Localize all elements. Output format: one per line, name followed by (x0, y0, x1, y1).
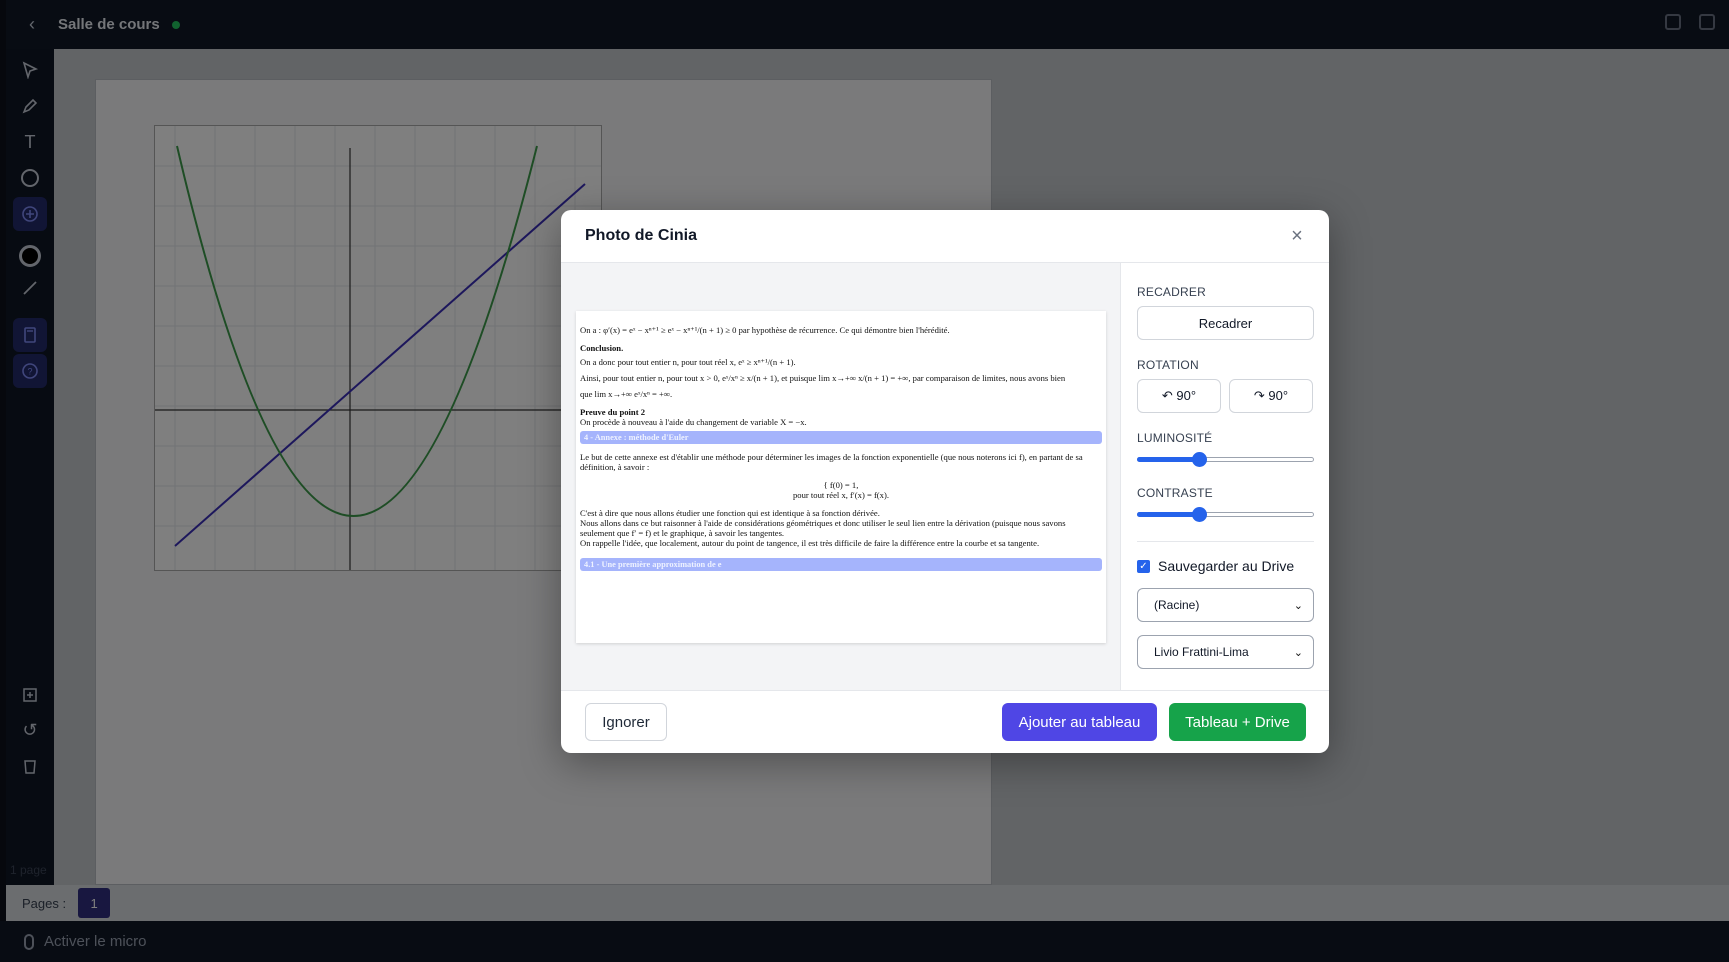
rotation-section-label: ROTATION (1137, 358, 1199, 372)
add-to-board-button[interactable]: Ajouter au tableau (1002, 703, 1157, 741)
dialog-header: Photo de Cinia × (561, 210, 1329, 263)
dialog-footer: Ignorer Ajouter au tableau Tableau + Dri… (561, 690, 1329, 753)
save-drive-label[interactable]: Sauvegarder au Drive (1158, 558, 1294, 574)
doc-equation: { f(0) = 1, (823, 480, 859, 490)
drive-owner-value: Livio Frattini-Lima (1154, 645, 1249, 659)
dialog-title: Photo de Cinia (585, 227, 697, 244)
doc-line: Ainsi, pour tout entier n, pour tout x >… (580, 373, 1066, 383)
doc-paragraph: On rappelle l'idée, que localement, auto… (580, 538, 1040, 548)
doc-line: On a : φ′(x) = eˣ − xⁿ⁺¹ ≥ eˣ − xⁿ⁺¹/(n … (580, 325, 950, 335)
contrast-slider[interactable] (1137, 507, 1314, 522)
doc-heading: Conclusion. (580, 343, 624, 353)
crop-button[interactable]: Recadrer (1137, 306, 1314, 340)
doc-heading: Preuve du point 2 (580, 407, 646, 417)
brightness-slider-thumb[interactable] (1191, 452, 1207, 467)
doc-line: On procède à nouveau à l'aide du changem… (580, 417, 807, 427)
contrast-slider-thumb[interactable] (1191, 507, 1207, 522)
doc-line: On a donc pour tout entier n, pour tout … (580, 357, 796, 367)
close-icon[interactable]: × (1287, 226, 1307, 246)
save-drive-checkbox[interactable]: ✓ (1137, 559, 1150, 573)
crop-section-label: RECADRER (1137, 285, 1206, 299)
ignore-button[interactable]: Ignorer (585, 703, 667, 741)
brightness-slider[interactable] (1137, 452, 1314, 467)
doc-equation: pour tout réel x, f′(x) = f(x). (793, 490, 889, 500)
rotate-right-button[interactable]: ↷ 90° (1229, 379, 1313, 413)
chevron-down-icon: ⌄ (1293, 599, 1303, 612)
photo-preview-pane: On a : φ′(x) = eˣ − xⁿ⁺¹ ≥ eˣ − xⁿ⁺¹/(n … (561, 263, 1121, 690)
drive-owner-select[interactable]: Livio Frattini-Lima ⌄ (1137, 635, 1314, 669)
drive-folder-value: (Racine) (1154, 598, 1200, 612)
dialog-body: On a : φ′(x) = eˣ − xⁿ⁺¹ ≥ eˣ − xⁿ⁺¹/(n … (561, 263, 1329, 690)
doc-section-band: 4 - Annexe : méthode d'Euler (580, 431, 1102, 444)
rotate-left-button[interactable]: ↶ 90° (1137, 379, 1221, 413)
chevron-down-icon: ⌄ (1293, 646, 1303, 659)
doc-paragraph: Nous allons dans ce but raisonner à l'ai… (580, 518, 1066, 538)
doc-section-band: 4.1 - Une première approximation de e (580, 558, 1102, 571)
doc-line: que lim x→+∞ eˣ/xⁿ = +∞. (580, 389, 673, 399)
panel-divider (1137, 541, 1314, 542)
photo-preview-document: On a : φ′(x) = eˣ − xⁿ⁺¹ ≥ eˣ − xⁿ⁺¹/(n … (576, 311, 1106, 643)
doc-paragraph: C'est à dire que nous allons étudier une… (580, 508, 880, 518)
board-and-drive-button[interactable]: Tableau + Drive (1169, 703, 1306, 741)
contrast-section-label: CONTRASTE (1137, 486, 1213, 500)
adjustments-panel: RECADRER Recadrer ROTATION ↶ 90° ↷ 90° L… (1121, 263, 1329, 690)
photo-dialog: Photo de Cinia × On a : φ′(x) = eˣ − xⁿ⁺… (561, 210, 1329, 753)
brightness-section-label: LUMINOSITÉ (1137, 431, 1213, 445)
drive-folder-select[interactable]: (Racine) ⌄ (1137, 588, 1314, 622)
doc-paragraph: Le but de cette annexe est d'établir une… (580, 452, 1083, 472)
